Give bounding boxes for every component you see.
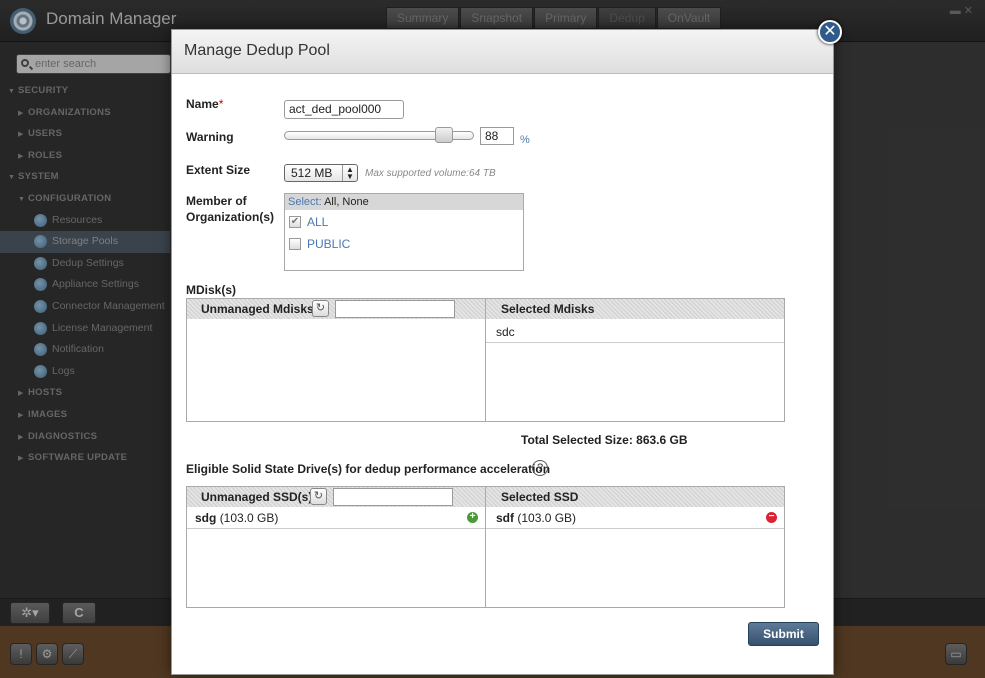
add-icon[interactable]: + [467,512,478,523]
mdisk-label: MDisk(s) [186,283,237,297]
required-marker: * [218,97,224,111]
dialog-header: Manage Dedup Pool [172,30,833,74]
mdisk-selected-item[interactable]: sdc [496,325,515,339]
ssd-table: Unmanaged SSD(s) ↻ Selected SSD sdg (103… [186,486,785,608]
total-selected-size: Total Selected Size: 863.6 GB [521,433,688,447]
org-select-word: Select: [288,196,322,208]
member-label-line2: Organization(s) [186,210,275,224]
spinner-icon: ▲ ▼ [342,165,357,181]
warning-value-field[interactable]: 88 [480,127,514,145]
mdisk-unmanaged-header: Unmanaged Mdisks [201,302,314,316]
org-item-public[interactable]: PUBLIC [285,232,523,254]
dialog-title: Manage Dedup Pool [184,42,330,59]
org-item-all[interactable]: ✔ ALL [285,210,523,232]
app-window: Domain Manager Summary Snapshot Primary … [0,0,985,678]
mdisk-selected-header: Selected Mdisks [501,302,595,316]
remove-icon[interactable]: − [766,512,777,523]
ssd-selected-header: Selected SSD [501,490,579,504]
organization-list: Select: All, None ✔ ALL PUBLIC [284,193,524,271]
ssd-selected-item[interactable]: sdf (103.0 GB) [496,511,576,525]
mdisk-refresh-icon[interactable]: ↻ [312,300,329,317]
submit-button[interactable]: Submit [748,622,819,646]
mdisk-filter-input[interactable] [335,300,455,318]
warning-label: Warning [186,130,234,144]
mdisk-table: Unmanaged Mdisks ↻ Selected Mdisks sdc [186,298,785,422]
ssd-filter-input[interactable] [333,488,453,506]
ssd-unmanaged-item[interactable]: sdg (103.0 GB) [195,511,278,525]
checkbox-icon[interactable] [289,238,301,250]
org-select-all-none[interactable]: All, None [324,196,369,208]
ssd-label: Eligible Solid State Drive(s) for dedup … [186,462,551,476]
member-label-line1: Member of [186,194,247,208]
org-select-header: Select: All, None [285,194,523,210]
name-label: Name* [186,97,224,111]
warning-unit: % [520,134,530,146]
help-icon[interactable]: ? [532,460,548,476]
close-icon[interactable]: ✕ [818,20,842,44]
extent-size-label: Extent Size [186,163,251,177]
ssd-unmanaged-header: Unmanaged SSD(s) [201,490,313,504]
ssd-refresh-icon[interactable]: ↻ [310,488,327,505]
checkbox-checked-icon[interactable]: ✔ [289,216,301,228]
extent-size-note: Max supported volume:64 TB [365,168,496,179]
name-field[interactable]: act_ded_pool000 [284,100,404,119]
extent-size-select[interactable]: 512 MB ▲ ▼ [284,164,358,182]
manage-dedup-pool-dialog: Manage Dedup Pool Name* act_ded_pool000 … [171,29,834,675]
warning-slider-handle[interactable] [435,127,454,143]
